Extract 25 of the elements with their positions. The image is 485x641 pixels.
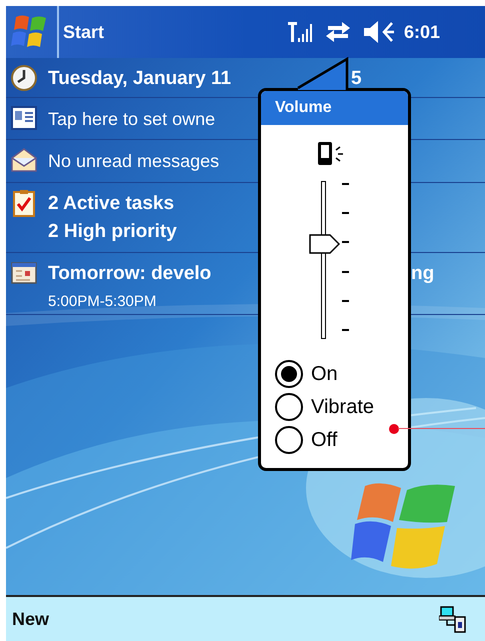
speaker-icon[interactable] (362, 19, 396, 45)
clipboard-check-icon[interactable] (10, 189, 38, 217)
today-item-text[interactable]: Tuesday, January 11 (48, 65, 232, 93)
radio-button[interactable] (275, 393, 303, 421)
radio-button[interactable] (275, 360, 303, 388)
popup-title: Volume (275, 98, 332, 118)
today-item-text[interactable]: Tap here to set owne (48, 105, 216, 133)
radio-label[interactable]: On (311, 359, 338, 389)
network-computers-icon[interactable] (439, 605, 469, 633)
new-menu-button[interactable]: New (12, 606, 50, 632)
radio-label[interactable]: Vibrate (311, 392, 374, 422)
today-item-text[interactable]: 2 Active tasks (48, 190, 177, 218)
phone-vibrate-icon (316, 141, 346, 167)
contact-card-icon[interactable] (10, 104, 38, 132)
slider-thumb[interactable] (309, 234, 340, 254)
today-item-text[interactable]: 2 High priority (48, 218, 177, 246)
start-menu-label[interactable]: Start (63, 18, 104, 46)
clock-time[interactable]: 6:01 (404, 18, 440, 46)
sync-arrows-icon[interactable] (324, 20, 352, 44)
today-item-text[interactable]: 5:00PM-5:30PM (48, 288, 212, 316)
today-item-text[interactable]: Tomorrow: develo (48, 260, 212, 288)
radio-button[interactable] (275, 426, 303, 454)
today-item-text[interactable]: 5 (351, 65, 362, 93)
radio-label[interactable]: Off (311, 425, 338, 455)
today-item-text[interactable]: No unread messages (48, 147, 220, 175)
